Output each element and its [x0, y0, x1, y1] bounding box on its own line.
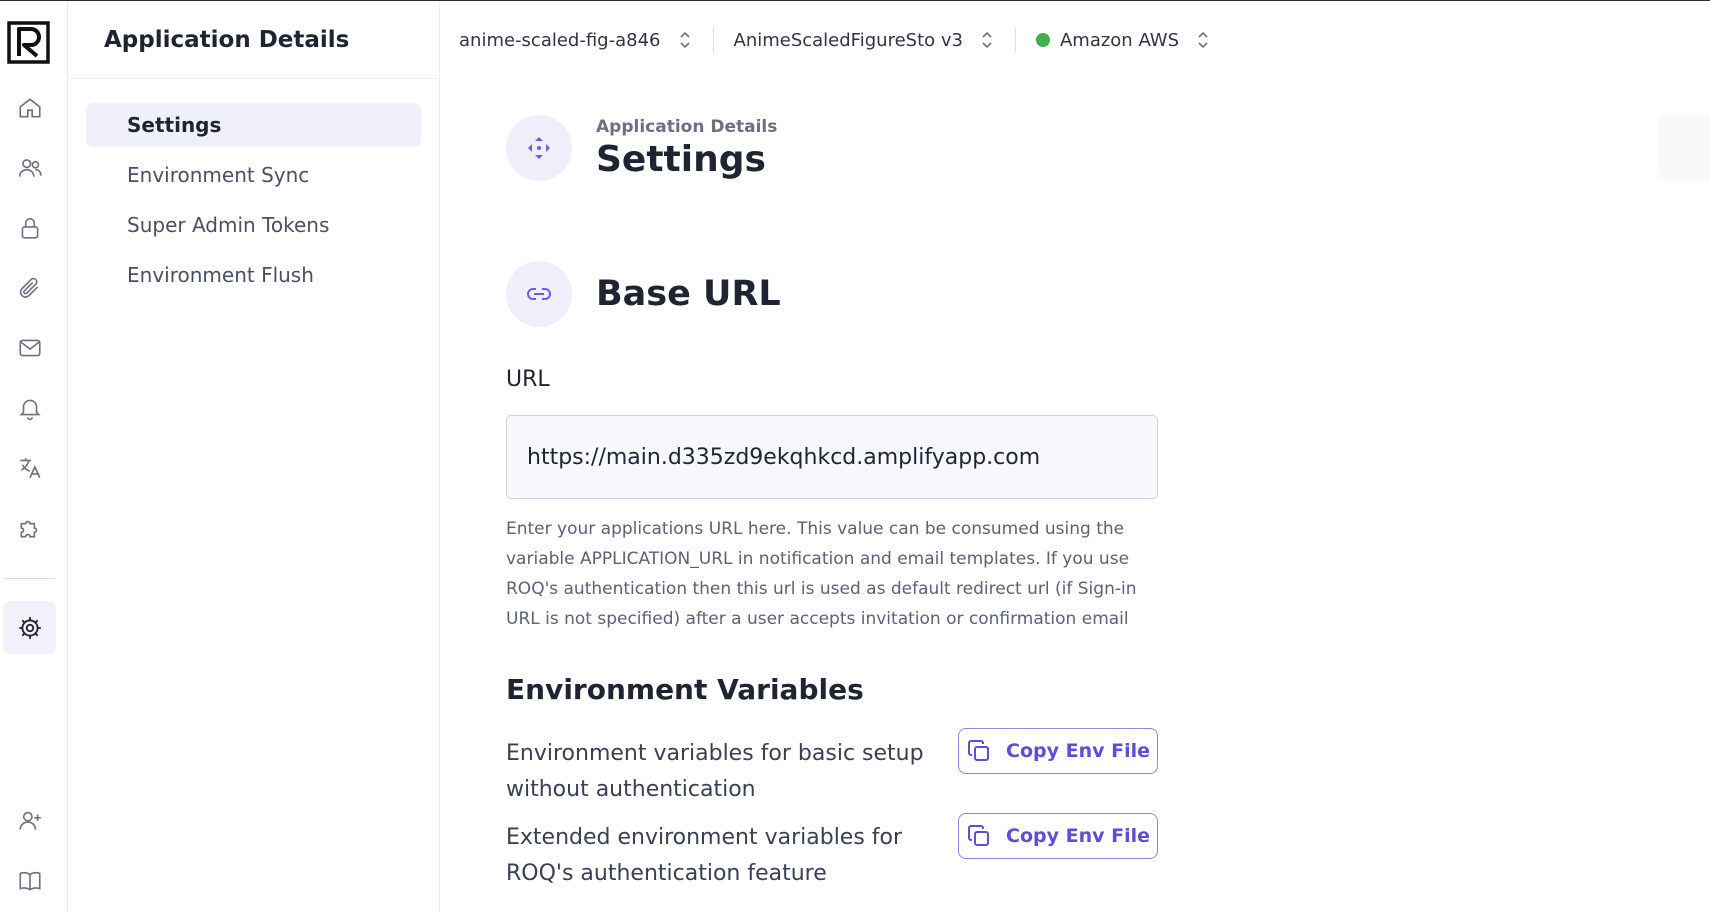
project-selector[interactable]: anime-scaled-fig-a846	[459, 29, 693, 51]
lock-icon[interactable]	[12, 210, 48, 246]
url-help-text: Enter your applications URL here. This v…	[506, 519, 1137, 629]
roq-logo[interactable]	[7, 21, 50, 64]
paperclip-icon[interactable]	[12, 270, 48, 306]
sidebar-item-settings[interactable]: Settings	[86, 103, 421, 147]
sidebar-item-label: Environment Sync	[127, 163, 310, 187]
copy-env-file-button[interactable]: Copy Env File	[958, 728, 1158, 774]
settings-badge	[506, 115, 572, 181]
env-row-description: Environment variables for basic setup wi…	[506, 741, 924, 802]
translate-icon[interactable]	[12, 450, 48, 486]
copy-icon	[968, 825, 989, 846]
environment-variables-title: Environment Variables	[506, 673, 864, 706]
link-badge	[506, 261, 572, 327]
icon-rail	[0, 1, 68, 912]
sidebar-item-label: Settings	[127, 113, 222, 137]
users-icon[interactable]	[12, 150, 48, 186]
chevron-up-down-icon	[1198, 31, 1208, 49]
copy-env-file-label: Copy Env File	[1006, 740, 1150, 762]
settings-sidebar: Application Details Settings Environment…	[68, 1, 440, 912]
copy-env-file-button[interactable]: Copy Env File	[958, 813, 1158, 859]
environment-status-dot	[1035, 33, 1050, 47]
sidebar-title: Application Details	[104, 26, 350, 53]
diamond-arrows-icon	[528, 137, 550, 159]
link-icon	[527, 288, 551, 300]
env-row-description: Extended environment variables for ROQ's…	[506, 825, 903, 886]
base-url-title: Base URL	[596, 274, 781, 314]
sidebar-header: Application Details	[68, 1, 439, 79]
book-icon[interactable]	[12, 863, 48, 899]
sidebar-item-label: Environment Flush	[127, 263, 314, 287]
side-panel-edge	[1658, 114, 1710, 180]
top-bar: anime-scaled-fig-a846 AnimeScaledFigureS…	[441, 1, 1710, 79]
application-name: AnimeScaledFigureSto v3	[733, 29, 963, 51]
environment-name: Amazon AWS	[1059, 29, 1179, 51]
gear-icon[interactable]	[3, 601, 56, 654]
chevron-up-down-icon	[679, 31, 690, 49]
copy-icon	[968, 740, 989, 761]
add-user-icon[interactable]	[12, 803, 48, 839]
environment-selector[interactable]: Amazon AWS	[1035, 29, 1211, 51]
topbar-divider	[1014, 27, 1016, 53]
home-icon[interactable]	[12, 90, 48, 126]
sidebar-item-super-admin-tokens[interactable]: Super Admin Tokens	[86, 203, 421, 247]
url-label: URL	[506, 367, 550, 392]
page-header-text: Application Details Settings	[596, 117, 777, 180]
sidebar-list: Settings Environment Sync Super Admin To…	[68, 79, 439, 297]
page-header: Application Details Settings	[506, 115, 777, 181]
sidebar-item-environment-sync[interactable]: Environment Sync	[86, 153, 421, 197]
chevron-up-down-icon	[982, 31, 992, 49]
sidebar-item-environment-flush[interactable]: Environment Flush	[86, 253, 421, 297]
mail-icon[interactable]	[12, 330, 48, 366]
url-input[interactable]	[506, 415, 1158, 499]
copy-env-file-label: Copy Env File	[1006, 825, 1150, 847]
project-name: anime-scaled-fig-a846	[459, 29, 661, 51]
sidebar-item-label: Super Admin Tokens	[127, 213, 330, 237]
puzzle-icon[interactable]	[12, 510, 48, 546]
breadcrumb[interactable]: Application Details	[596, 117, 777, 137]
topbar-divider	[712, 27, 714, 53]
page-title: Settings	[596, 138, 766, 180]
application-selector[interactable]: AnimeScaledFigureSto v3	[734, 29, 995, 51]
settings-content: Application Details Settings Base URL UR…	[441, 79, 1710, 912]
base-url-header: Base URL	[506, 261, 781, 327]
bell-icon[interactable]	[12, 390, 48, 426]
rail-divider	[5, 578, 55, 579]
